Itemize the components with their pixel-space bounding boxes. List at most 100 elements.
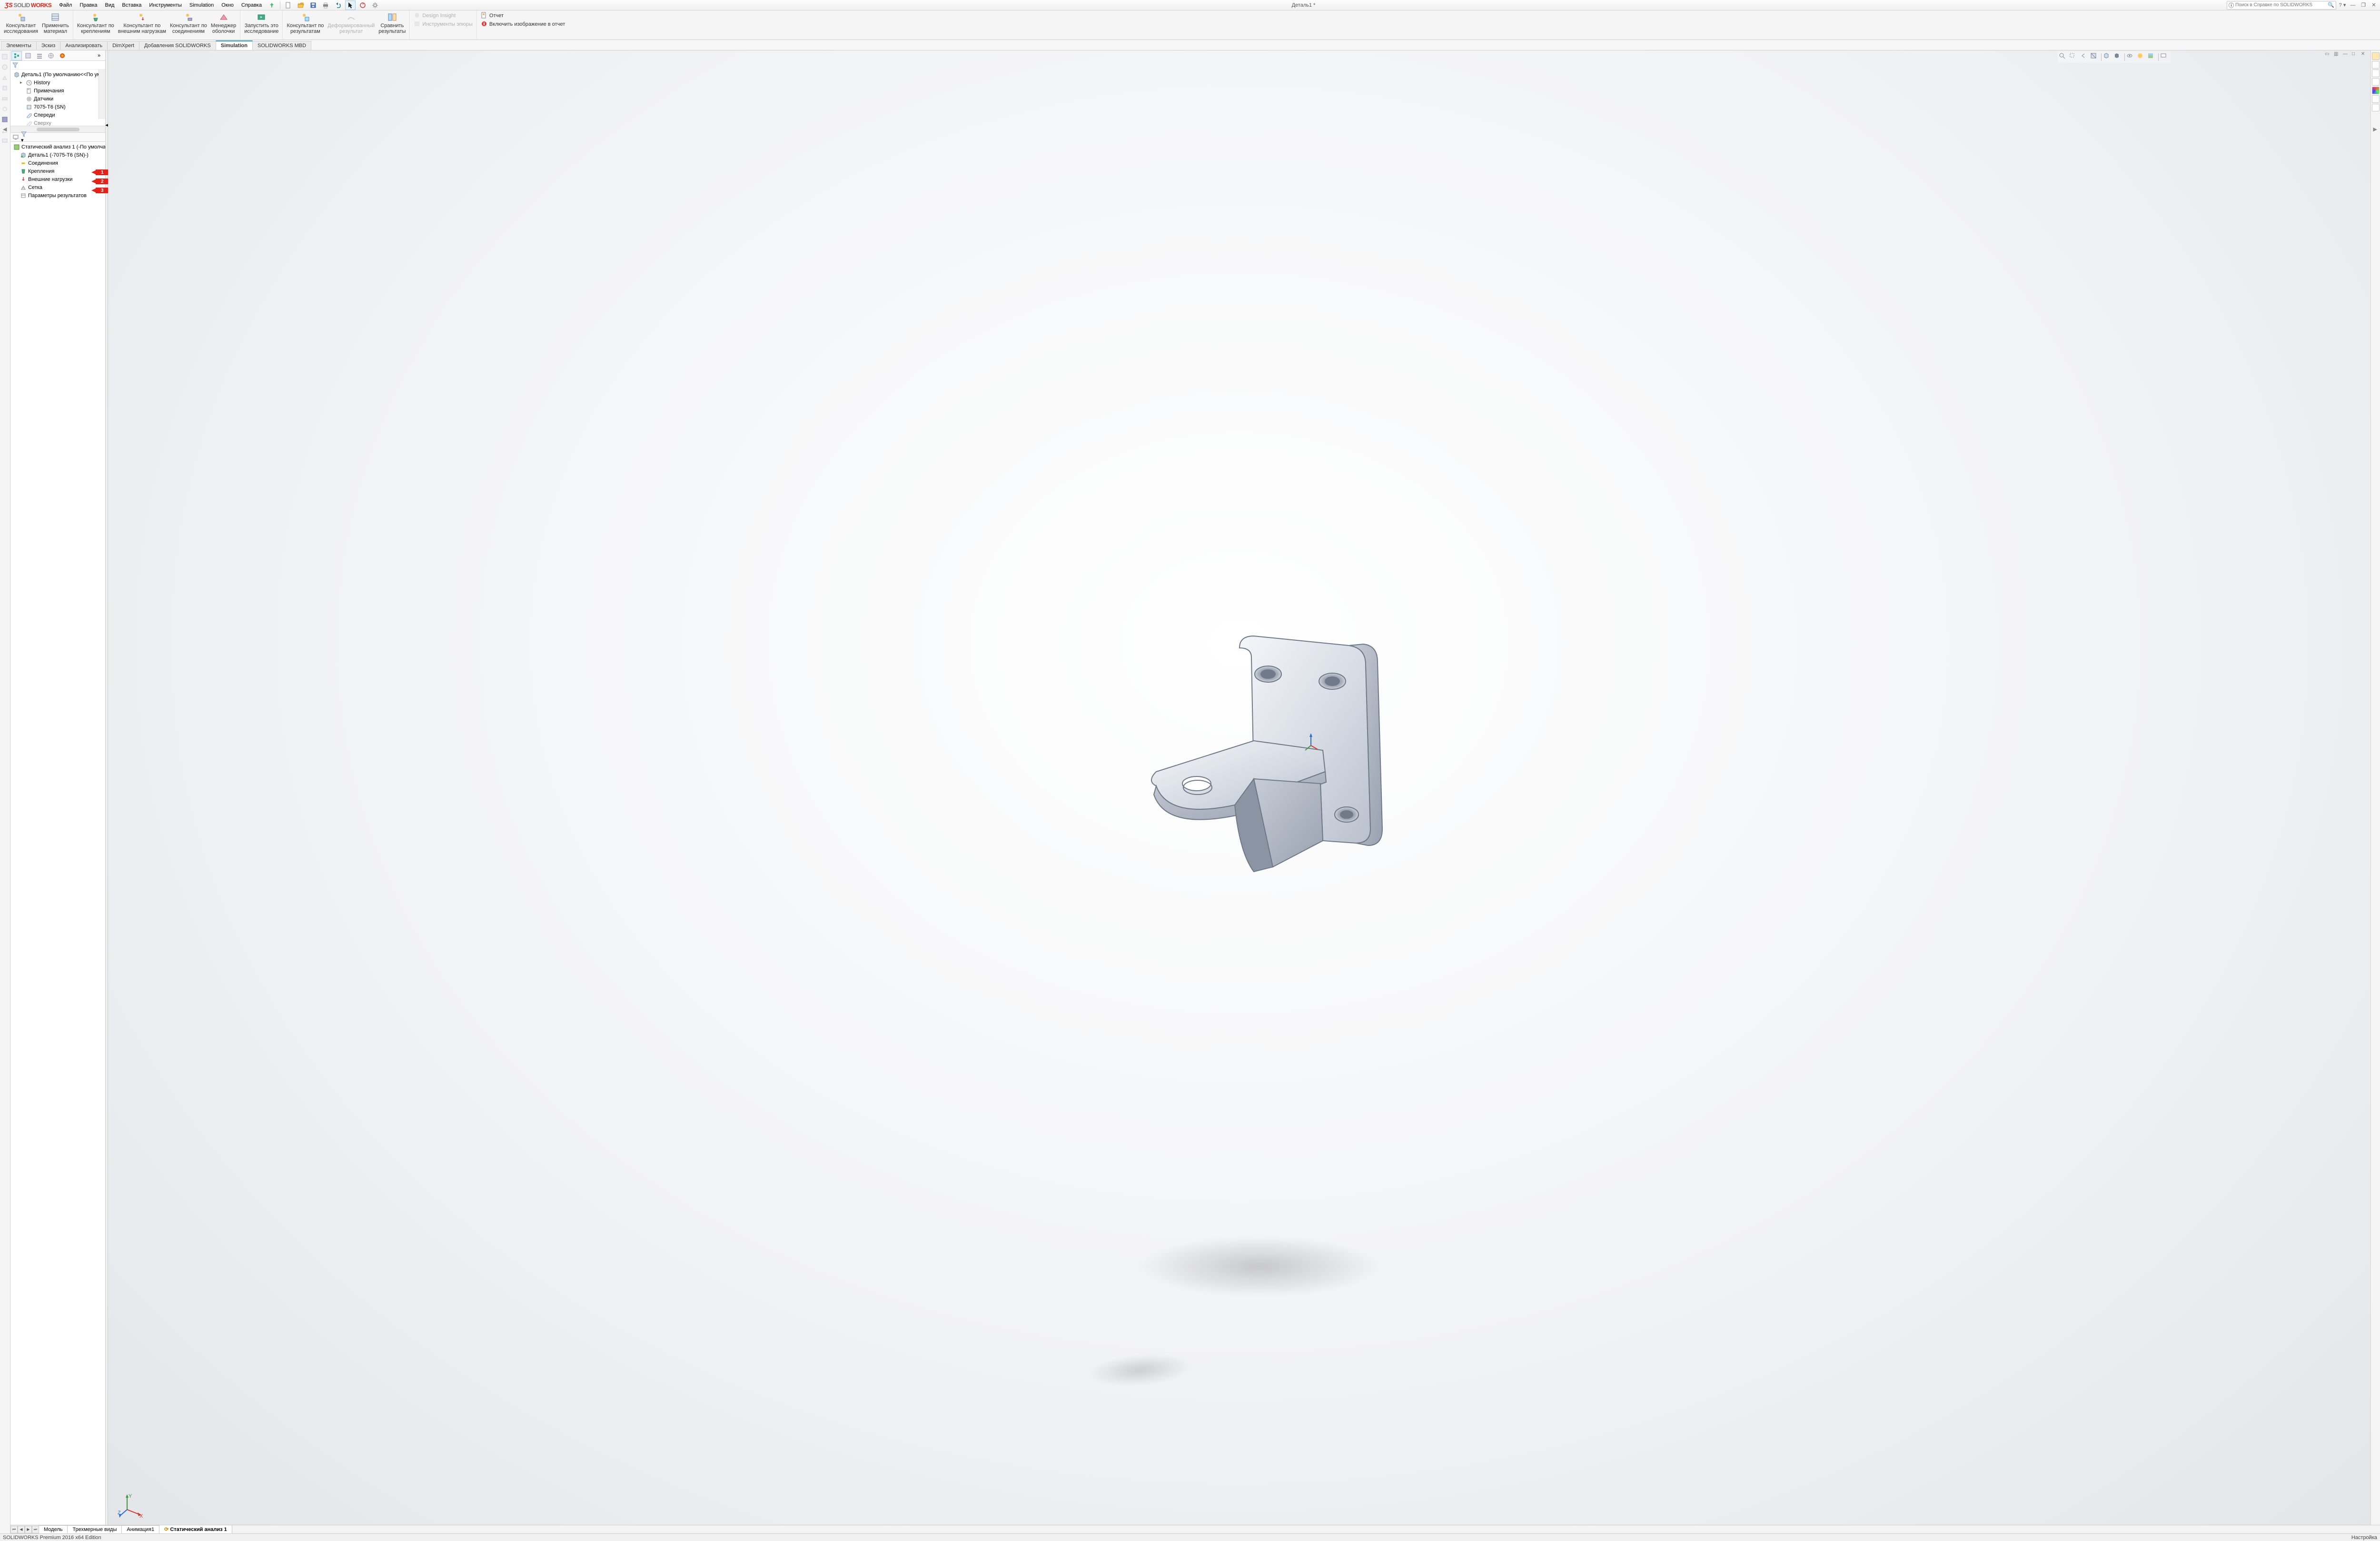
sim-item-part[interactable]: Деталь1 (-7075-T6 (SN)-) <box>12 151 105 159</box>
vp-max-icon[interactable]: □ <box>2352 51 2360 58</box>
shell-mgr-button[interactable]: Менеджер оболочки <box>209 11 238 35</box>
include-image-button[interactable]: Включить изображение в отчет <box>479 20 567 29</box>
window-minimize-icon[interactable]: — <box>2349 2 2357 8</box>
tab-sketch[interactable]: Эскиз <box>36 41 60 50</box>
fm-tab-prop-icon[interactable] <box>23 51 33 60</box>
fm-tab-appearance-icon[interactable] <box>57 51 68 60</box>
compare-results-button[interactable]: Сравнить результаты <box>377 11 407 35</box>
vp-split-icon[interactable]: ▥ <box>2334 51 2341 58</box>
study-advisor-button[interactable]: Консультант исследования <box>2 11 40 35</box>
fm-item-top[interactable]: Сверху <box>11 119 105 126</box>
zoom-fit-icon[interactable] <box>2059 52 2068 62</box>
vp-min-icon[interactable]: — <box>2343 51 2350 58</box>
lr-icon-4[interactable] <box>1 85 9 92</box>
fm-tab-dim-icon[interactable] <box>46 51 56 60</box>
view-orient-icon[interactable] <box>2103 52 2112 62</box>
section-view-icon[interactable] <box>2090 52 2100 62</box>
options-icon[interactable] <box>370 0 380 10</box>
lr-icon-6[interactable] <box>1 106 9 113</box>
help-search[interactable]: ⓘ 🔍 <box>2227 1 2336 10</box>
sim-item-connections[interactable]: Соединения <box>12 159 105 167</box>
zoom-area-icon[interactable] <box>2069 52 2079 62</box>
fm-tab-config-icon[interactable] <box>34 51 45 60</box>
select-cursor-icon[interactable] <box>345 0 356 10</box>
sim-monitor-icon[interactable] <box>12 134 19 140</box>
sim-item-result-opts[interactable]: Параметры результатов <box>12 191 105 199</box>
print-icon[interactable] <box>320 0 331 10</box>
rebuild-icon[interactable] <box>357 0 368 10</box>
graphics-viewport[interactable]: ▭ ▥ — □ ✕ <box>108 50 2370 1533</box>
fm-item-sensors[interactable]: Датчики <box>11 95 105 103</box>
fm-panel-expand-icon[interactable]: » <box>94 51 104 60</box>
tp-design-lib-icon[interactable] <box>2372 61 2380 69</box>
apply-material-button[interactable]: Применить материал <box>40 11 71 35</box>
lr-icon-5[interactable] <box>1 95 9 103</box>
fm-item-front[interactable]: Спереди <box>11 111 105 119</box>
bottom-tab-study[interactable]: ⟳Статический анализ 1 <box>159 1525 232 1534</box>
fm-item-notes[interactable]: Примечания <box>11 87 105 95</box>
sim-item-mesh[interactable]: Сетка <box>12 183 105 191</box>
fm-tab-tree-icon[interactable] <box>11 51 22 60</box>
sim-item-fixtures[interactable]: Крепления <box>12 167 105 175</box>
hide-show-icon[interactable] <box>2126 52 2136 62</box>
prev-view-icon[interactable] <box>2080 52 2089 62</box>
pin-icon[interactable] <box>267 0 277 10</box>
scene-icon[interactable] <box>2147 52 2157 62</box>
tp-appearances-icon[interactable] <box>2372 87 2380 94</box>
menu-view[interactable]: Вид <box>102 1 118 10</box>
fm-item-material[interactable]: 7075-T6 (SN) <box>11 103 105 111</box>
tab-dimxpert[interactable]: DimXpert <box>107 41 139 50</box>
new-doc-icon[interactable] <box>283 0 294 10</box>
fm-vscrollbar[interactable] <box>99 70 105 119</box>
menu-edit[interactable]: Правка <box>77 1 100 10</box>
open-doc-icon[interactable] <box>296 0 306 10</box>
bottom-tab-animation[interactable]: Анимация1 <box>121 1525 159 1534</box>
menu-tools[interactable]: Инструменты <box>146 1 185 10</box>
tab-elements[interactable]: Элементы <box>1 41 37 50</box>
bt-next-icon[interactable]: ▶ <box>25 1526 32 1533</box>
menu-file[interactable]: Файл <box>56 1 75 10</box>
run-study-button[interactable]: Запустить это исследование <box>242 11 280 35</box>
tp-custom-props-icon[interactable] <box>2372 95 2380 103</box>
report-button[interactable]: Отчет <box>479 11 567 20</box>
fm-item-history[interactable]: ▸History <box>11 79 105 87</box>
sim-root[interactable]: Статический анализ 1 (-По умолчанию- <box>12 143 105 151</box>
window-close-icon[interactable]: ✕ <box>2370 2 2378 8</box>
tp-forum-icon[interactable] <box>2372 104 2380 111</box>
menu-help[interactable]: Справка <box>238 1 265 10</box>
tab-simulation[interactable]: Simulation <box>216 40 253 50</box>
search-icon[interactable]: 🔍 <box>2328 2 2334 8</box>
lr-icon-2[interactable] <box>1 64 9 71</box>
lr-icon-7[interactable] <box>1 116 9 124</box>
menu-window[interactable]: Окно <box>218 1 237 10</box>
lr-icon-3[interactable] <box>1 74 9 82</box>
connections-advisor-button[interactable]: Консультант по соединениям <box>168 11 209 35</box>
window-restore-icon[interactable]: ❐ <box>2359 2 2368 8</box>
status-customize[interactable]: Настройка <box>2351 1535 2377 1541</box>
lr-icon-9[interactable] <box>1 137 9 145</box>
bottom-tab-3dviews[interactable]: Трехмерные виды <box>67 1525 122 1534</box>
help-dropdown-icon[interactable]: ? ▾ <box>2338 2 2347 8</box>
fm-filter-row[interactable] <box>10 61 105 70</box>
bt-prev-icon[interactable]: ◀ <box>18 1526 25 1533</box>
menu-sim[interactable]: Simulation <box>187 1 217 10</box>
menu-insert[interactable]: Вставка <box>119 1 144 10</box>
vp-tile-icon[interactable]: ▭ <box>2325 51 2332 58</box>
bottom-tab-model[interactable]: Модель <box>39 1525 68 1534</box>
lr-icon-1[interactable] <box>1 53 9 61</box>
save-icon[interactable] <box>308 0 318 10</box>
sim-item-loads[interactable]: Внешние нагрузки <box>12 175 105 183</box>
fixtures-advisor-button[interactable]: Консультант по креплениям <box>75 11 116 35</box>
fm-root[interactable]: Деталь1 (По умолчанию<<По умол… <box>11 70 105 79</box>
vp-close-icon[interactable]: ✕ <box>2361 51 2369 58</box>
viewport-settings-icon[interactable] <box>2160 52 2170 62</box>
results-advisor-button[interactable]: Консультант по результатам <box>285 11 326 35</box>
ext-loads-advisor-button[interactable]: Консультант по внешним нагрузкам <box>116 11 168 35</box>
sim-filter-icon[interactable]: ▾ <box>21 131 27 143</box>
appearance-icon[interactable] <box>2137 52 2146 62</box>
tp-file-explorer-icon[interactable] <box>2372 70 2380 77</box>
tab-sw-addins[interactable]: Добавления SOLIDWORKS <box>139 41 216 50</box>
display-style-icon[interactable] <box>2113 52 2123 62</box>
tab-evaluate[interactable]: Анализировать <box>60 41 108 50</box>
help-search-input[interactable] <box>2235 2 2326 8</box>
